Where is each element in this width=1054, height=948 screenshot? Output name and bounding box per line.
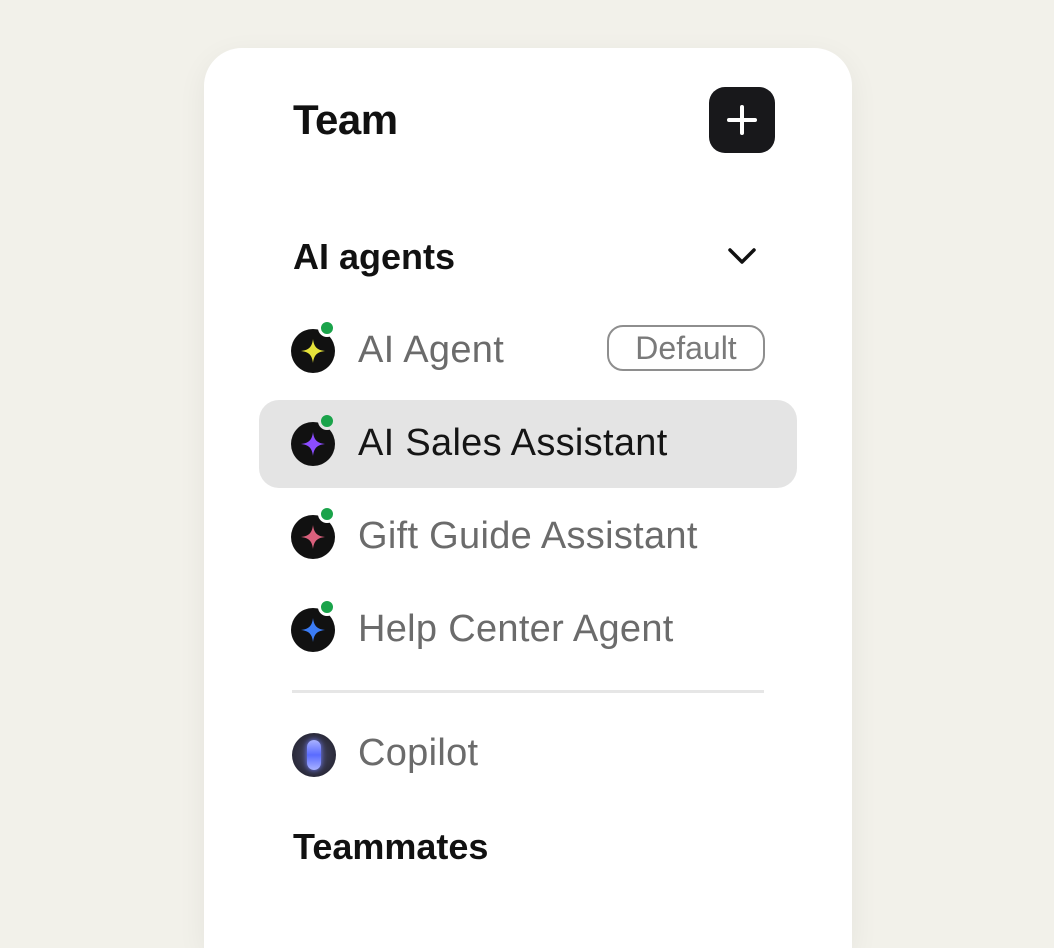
- agent-item-ai-agent[interactable]: AI Agent Default: [259, 307, 797, 395]
- agent-item-ai-sales-assistant[interactable]: AI Sales Assistant: [259, 400, 797, 488]
- plus-icon: [727, 105, 757, 135]
- default-badge: Default: [607, 325, 765, 371]
- section-title-ai-agents: AI agents: [293, 236, 456, 277]
- add-button[interactable]: [709, 87, 775, 153]
- sparkle-icon: [301, 525, 325, 549]
- section-title-teammates: Teammates: [293, 826, 489, 867]
- copilot-item-label[interactable]: Copilot: [358, 732, 478, 775]
- status-online-dot: [318, 412, 336, 430]
- page-title: Team: [293, 96, 398, 143]
- status-online-dot: [318, 319, 336, 337]
- copilot-icon: [292, 733, 336, 777]
- agent-item-help-center-agent[interactable]: Help Center Agent: [259, 586, 797, 674]
- sparkle-icon: [301, 432, 325, 456]
- copilot-glow: [307, 740, 321, 770]
- sparkle-icon: [301, 339, 325, 363]
- status-online-dot: [318, 598, 336, 616]
- agent-label: AI Agent: [358, 329, 505, 371]
- agent-label: Help Center Agent: [358, 608, 674, 650]
- sparkle-icon: [301, 618, 325, 642]
- agent-label: Gift Guide Assistant: [358, 515, 698, 557]
- agent-label: AI Sales Assistant: [358, 422, 668, 464]
- agent-item-gift-guide-assistant[interactable]: Gift Guide Assistant: [259, 493, 797, 581]
- team-panel: Team AI agents AI Agent Default AI Sales…: [204, 48, 852, 948]
- chevron-down-icon[interactable]: [726, 244, 758, 268]
- status-online-dot: [318, 505, 336, 523]
- divider: [292, 690, 764, 693]
